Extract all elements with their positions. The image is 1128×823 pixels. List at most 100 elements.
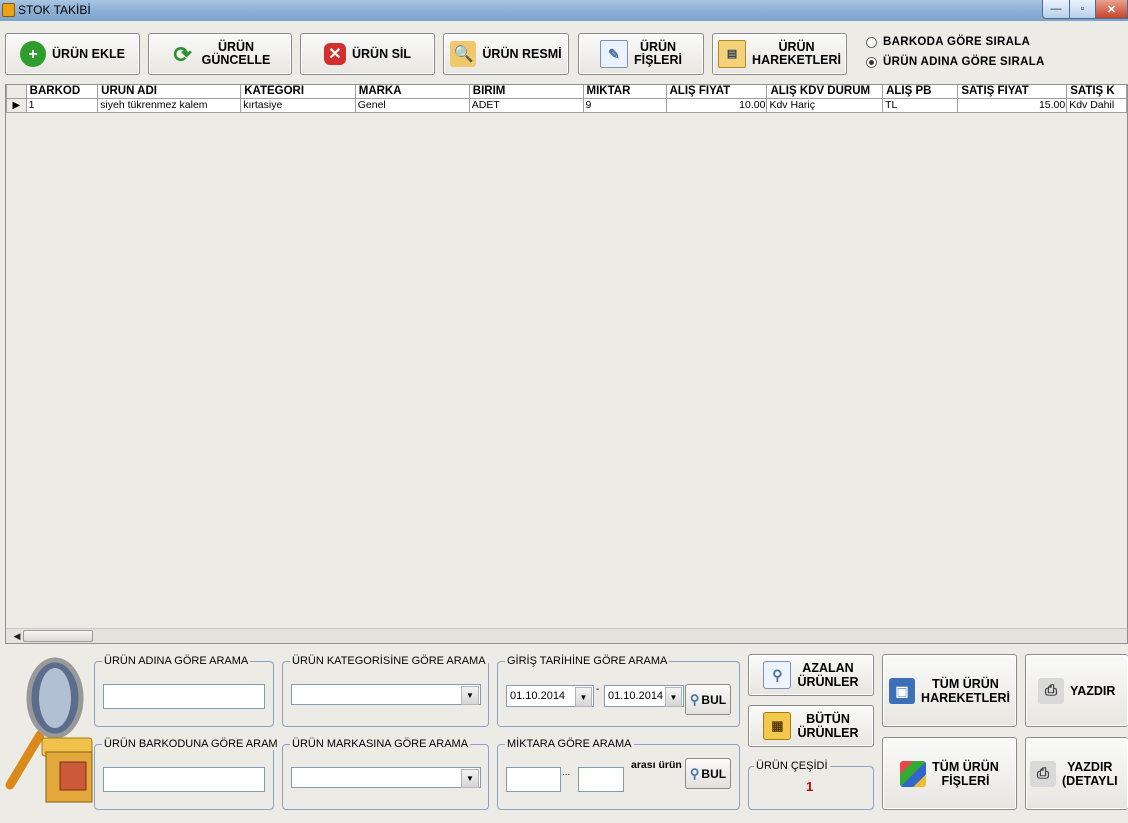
cell-unit[interactable]: ADET: [468, 98, 584, 113]
low-stock-label-1: AZALAN: [802, 661, 854, 675]
date-find-button[interactable]: ⚲ BUL: [685, 684, 731, 715]
close-button[interactable]: ✕: [1095, 0, 1128, 19]
quantity-separator: ...: [562, 767, 571, 778]
quantity-find-button[interactable]: ⚲ BUL: [685, 758, 731, 789]
cell-buy-price[interactable]: 10.00: [665, 98, 768, 113]
quantity-find-label: BUL: [701, 766, 727, 781]
product-variety-group: ÜRÜN ÇEŞİDİ 1: [748, 760, 874, 810]
add-product-button[interactable]: + ÜRÜN EKLE: [5, 33, 140, 75]
col-header[interactable]: SATIŞ FİYAT: [957, 85, 1068, 99]
print-detailed-label-2: (DETAYLI: [1062, 773, 1118, 788]
cell-sell-price[interactable]: 15.00: [957, 98, 1068, 113]
product-slips-button[interactable]: ✎ ÜRÜN FİŞLERİ: [578, 33, 704, 75]
window-list-icon: ▤: [718, 40, 747, 68]
cell-barcode[interactable]: 1: [25, 98, 99, 113]
barcode-search-input[interactable]: [103, 767, 265, 792]
chevron-down-icon[interactable]: ▼: [461, 769, 479, 788]
col-header[interactable]: MARKA: [354, 85, 470, 99]
slips-label-2: FİŞLERİ: [634, 53, 682, 67]
image-label: ÜRÜN RESMİ: [482, 46, 562, 61]
scroll-left-icon[interactable]: ◀: [11, 630, 23, 642]
col-header[interactable]: BİRİM: [468, 85, 584, 99]
product-variety-count: 1: [806, 779, 814, 794]
folders-icon: ▦: [763, 712, 792, 740]
name-search-input[interactable]: [103, 684, 265, 709]
brand-select[interactable]: ▼: [291, 767, 481, 788]
chevron-down-icon[interactable]: ▼: [461, 686, 479, 705]
document-icon: ✎: [600, 40, 629, 68]
all-moves-label-2: HAREKETLERİ: [921, 690, 1010, 705]
windows-flag-icon: [900, 760, 927, 787]
brand-search-legend: ÜRÜN MARKASINA GÖRE ARAMA: [290, 738, 471, 750]
cell-buy-vat[interactable]: Kdv Hariç: [766, 98, 884, 113]
product-image-button[interactable]: 🔍 ÜRÜN RESMİ: [443, 33, 569, 75]
col-header[interactable]: ALIŞ FİYAT: [665, 85, 768, 99]
date-from-picker[interactable]: 01.10.2014 ▼: [506, 685, 594, 707]
cell-brand[interactable]: Genel: [354, 98, 470, 113]
col-header[interactable]: KATEGORİ: [240, 85, 356, 99]
date-to-picker[interactable]: 01.10.2014 ▼: [604, 685, 684, 707]
delete-product-button[interactable]: ✕ ÜRÜN SİL: [300, 33, 435, 75]
quantity-search-group: MİKTARA GÖRE ARAMA ... arası ürün ⚲ BUL: [497, 738, 740, 810]
maximize-button[interactable]: ▫: [1069, 0, 1096, 19]
all-products-button[interactable]: ▦ BÜTÜN ÜRÜNLER: [748, 705, 874, 747]
refresh-icon: ⟳: [173, 41, 192, 67]
date-separator: -: [596, 684, 600, 695]
delete-x-icon: ✕: [323, 43, 346, 65]
search-document-icon: ⚲: [763, 661, 792, 689]
cell-name[interactable]: siyeh tükrenmez kalem: [97, 98, 242, 113]
calendar-dropdown-icon[interactable]: ▼: [665, 687, 682, 707]
calendar-dropdown-icon[interactable]: ▼: [575, 687, 592, 707]
all-moves-label-1: TÜM ÜRÜN: [932, 676, 999, 691]
col-header[interactable]: ALIŞ KDV DURUM: [766, 85, 884, 99]
sort-barcode-radio[interactable]: BARKODA GÖRE SIRALA: [866, 36, 1030, 48]
update-product-button[interactable]: ⟳ ÜRÜN GÜNCELLE: [148, 33, 292, 75]
minimize-button[interactable]: —: [1042, 0, 1070, 19]
window-title: STOK TAKİBİ: [18, 3, 91, 17]
table-row[interactable]: ▶ 1 siyeh tükrenmez kalem kırtasiye Gene…: [6, 98, 1127, 113]
cell-sell-vat[interactable]: Kdv Dahil: [1066, 98, 1127, 113]
row-header-corner: [6, 85, 27, 99]
cell-buy-currency[interactable]: TL: [882, 98, 959, 113]
all-product-moves-button[interactable]: ▣ TÜM ÜRÜN HAREKETLERİ: [882, 654, 1017, 727]
add-product-label: ÜRÜN EKLE: [52, 46, 125, 61]
sort-name-radio[interactable]: ÜRÜN ADINA GÖRE SIRALA: [866, 56, 1045, 68]
col-header[interactable]: ALIŞ PB: [882, 85, 959, 99]
quantity-min-input[interactable]: [506, 767, 561, 792]
table-header-row: BARKOD ÜRÜN ADI KATEGORİ MARKA BİRİM MİK…: [6, 85, 1127, 99]
cell-category[interactable]: kırtasiye: [240, 98, 356, 113]
title-bar: STOK TAKİBİ — ▫ ✕: [0, 0, 1128, 21]
magnifier-icon: ⚲: [689, 765, 700, 781]
search-decoration-icon: [5, 657, 93, 803]
col-header[interactable]: SATIŞ K: [1066, 85, 1127, 99]
product-grid[interactable]: BARKOD ÜRÜN ADI KATEGORİ MARKA BİRİM MİK…: [5, 84, 1128, 644]
print-button[interactable]: ⎙ YAZDIR: [1025, 654, 1128, 727]
name-search-group: ÜRÜN ADINA GÖRE ARAMA: [94, 655, 274, 727]
printer-icon: ⎙: [1038, 677, 1064, 704]
name-search-legend: ÜRÜN ADINA GÖRE ARAMA: [102, 655, 251, 667]
quantity-range-suffix: arası ürün: [631, 759, 682, 771]
col-header[interactable]: BARKOD: [25, 85, 99, 99]
print-detailed-label-1: YAZDIR: [1067, 759, 1113, 774]
all-product-slips-button[interactable]: TÜM ÜRÜN FİŞLERİ: [882, 737, 1017, 810]
windows-logo-icon: ▣: [889, 677, 916, 704]
date-search-group: GİRİŞ TARİHİNE GÖRE ARAMA 01.10.2014 ▼ -…: [497, 655, 740, 727]
all-slips-label-1: TÜM ÜRÜN: [932, 759, 999, 774]
printer-icon: ⎙: [1030, 760, 1056, 787]
all-products-label-1: BÜTÜN: [806, 712, 850, 726]
col-header[interactable]: ÜRÜN ADI: [97, 85, 242, 99]
radio-on-icon: [866, 56, 877, 68]
print-detailed-button[interactable]: ⎙ YAZDIR (DETAYLI: [1025, 737, 1128, 810]
all-slips-label-2: FİŞLERİ: [941, 773, 990, 788]
date-find-label: BUL: [701, 692, 727, 707]
category-search-group: ÜRÜN KATEGORİSİNE GÖRE ARAMA ▼: [282, 655, 489, 727]
quantity-max-input[interactable]: [578, 767, 624, 792]
scroll-thumb[interactable]: [23, 630, 93, 642]
col-header[interactable]: MİKTAR: [582, 85, 667, 99]
date-search-legend: GİRİŞ TARİHİNE GÖRE ARAMA: [505, 655, 670, 667]
horizontal-scrollbar[interactable]: ◀: [6, 628, 1127, 643]
low-stock-button[interactable]: ⚲ AZALAN ÜRÜNLER: [748, 654, 874, 696]
cell-quantity[interactable]: 9: [582, 98, 667, 113]
category-select[interactable]: ▼: [291, 684, 481, 705]
product-moves-button[interactable]: ▤ ÜRÜN HAREKETLERİ: [712, 33, 847, 75]
